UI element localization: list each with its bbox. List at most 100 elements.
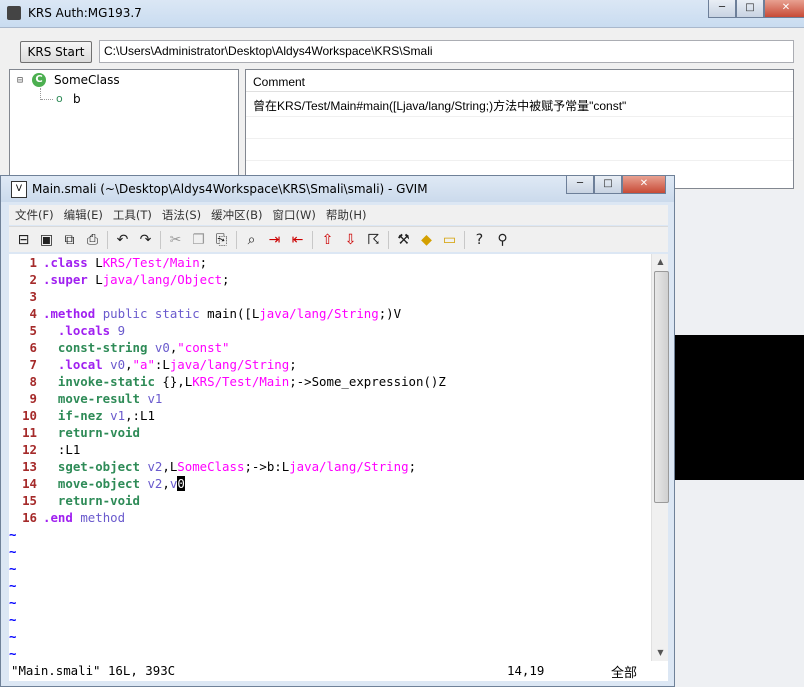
code-line[interactable]: 12 :L1 <box>9 441 80 458</box>
status-line: "Main.smali" 16L, 393C 14,19 全部 <box>9 661 668 681</box>
code-line[interactable]: 5 .locals 9 <box>9 322 126 339</box>
menu-bar: 文件(F) 编辑(E) 工具(T) 语法(S) 缓冲区(B) 窗口(W) 帮助(… <box>9 205 668 225</box>
find-icon[interactable]: ⌕ <box>240 229 263 251</box>
code-token: sget-object <box>57 459 148 474</box>
code-line[interactable]: 14 move-object v2,v0 <box>9 475 185 492</box>
cut-icon[interactable]: ✂ <box>164 229 187 251</box>
menu-help[interactable]: 帮助(H) <box>326 207 367 223</box>
empty-line-marker: ~ <box>9 561 17 576</box>
redo-icon[interactable]: ↷ <box>134 229 157 251</box>
minimize-button[interactable]: ─ <box>566 176 594 194</box>
scrollbar-thumb[interactable] <box>654 271 669 503</box>
code-line[interactable]: 3 <box>9 288 43 305</box>
code-token: java/lang/String <box>169 357 290 372</box>
maximize-button[interactable]: □ <box>736 0 764 18</box>
code-token: .class <box>43 255 96 270</box>
code-token: L <box>95 255 103 270</box>
code-line[interactable]: 10 if-nez v1,:L1 <box>9 407 155 424</box>
line-number: 13 <box>22 459 37 474</box>
scroll-down-icon[interactable]: ▼ <box>652 645 669 661</box>
editor-area[interactable]: 1 .class LKRS/Test/Main; 2 .super Ljava/lan… <box>9 254 668 661</box>
open-icon[interactable]: ⊟ <box>12 229 35 251</box>
save-session-icon[interactable]: ⇩ <box>339 229 362 251</box>
vertical-scrollbar[interactable]: ▲ ▼ <box>651 254 669 661</box>
copy-icon[interactable]: ❐ <box>187 229 210 251</box>
toolbar-separator <box>312 230 313 249</box>
load-session-icon[interactable]: ⇧ <box>316 229 339 251</box>
find-help-icon[interactable]: ⚲ <box>491 229 514 251</box>
tree-connector <box>41 99 53 101</box>
save-icon[interactable]: ▣ <box>35 229 58 251</box>
run-script-icon[interactable]: ☈ <box>362 229 385 251</box>
tree-node-someclass[interactable]: SomeClass <box>54 73 120 87</box>
code-line[interactable]: 15 return-void <box>9 492 140 509</box>
menu-buffers[interactable]: 缓冲区(B) <box>211 207 262 223</box>
scroll-up-icon[interactable]: ▲ <box>652 254 669 270</box>
field-icon: o <box>56 92 63 105</box>
code-token: v2 <box>147 459 163 474</box>
code-token: ,:L1 <box>125 408 155 423</box>
code-line[interactable]: 16 .end method <box>9 509 125 526</box>
undo-icon[interactable]: ↶ <box>111 229 134 251</box>
shell-icon[interactable]: ◆ <box>415 229 438 251</box>
maximize-button[interactable]: □ <box>594 176 622 194</box>
code-token: ,L <box>162 459 178 474</box>
code-token: v1 <box>147 391 163 406</box>
close-button[interactable]: ✕ <box>764 0 804 18</box>
class-tree: ⊟ C SomeClass o b <box>9 69 239 189</box>
line-number: 2 <box>29 272 37 287</box>
menu-file[interactable]: 文件(F) <box>15 207 54 223</box>
code-line[interactable]: 1 .class LKRS/Test/Main; <box>9 254 208 271</box>
krs-window-controls: ─ □ ✕ <box>708 0 804 18</box>
ctags-icon[interactable]: ▭ <box>438 229 461 251</box>
paste-icon[interactable]: ⎘ <box>210 229 233 251</box>
toolbar: ⊟ ▣ ⧉ ⎙ ↶ ↷ ✂ ❐ ⎘ ⌕ ⇥ ⇤ ⇧ ⇩ ☈ ⚒ ◆ ▭ ? ⚲ <box>9 226 668 252</box>
comment-panel: Comment 曾在KRS/Test/Main#main([Ljava/lang… <box>245 69 794 189</box>
make-icon[interactable]: ⚒ <box>392 229 415 251</box>
line-number: 12 <box>22 442 37 457</box>
krs-title-bar: KRS Auth:MG193.7 ─ □ ✕ <box>0 0 804 28</box>
code-token: java/lang/String <box>259 306 379 321</box>
code-token: .super <box>43 272 96 287</box>
menu-edit[interactable]: 编辑(E) <box>64 207 103 223</box>
line-number: 5 <box>29 323 37 338</box>
save-all-icon[interactable]: ⧉ <box>58 229 81 251</box>
workspace-path-input[interactable]: C:\Users\Administrator\Desktop\Aldys4Wor… <box>99 40 794 63</box>
comment-row[interactable]: 曾在KRS/Test/Main#main([Ljava/lang/String;… <box>246 94 793 116</box>
code-line[interactable]: 9 move-result v1 <box>9 390 163 407</box>
code-line[interactable]: 13 sget-object v2,LSomeClass;->b:Ljava/l… <box>9 458 416 475</box>
row-divider <box>246 138 793 139</box>
find-prev-icon[interactable]: ⇤ <box>286 229 309 251</box>
toolbar-separator <box>464 230 465 249</box>
code-line[interactable]: 11 return-void <box>9 424 140 441</box>
code-token: if-nez <box>57 408 111 423</box>
code-line[interactable]: 2 .super Ljava/lang/Object; <box>9 271 230 288</box>
close-button[interactable]: ✕ <box>622 176 666 194</box>
menu-tools[interactable]: 工具(T) <box>113 207 152 223</box>
menu-syntax[interactable]: 语法(S) <box>162 207 201 223</box>
krs-app-icon <box>7 6 21 20</box>
code-token: .local <box>57 357 111 372</box>
help-icon[interactable]: ? <box>468 229 491 251</box>
code-token: java/lang/Object <box>102 272 223 287</box>
status-cursor-position: 14,19 <box>507 663 545 678</box>
krs-start-button[interactable]: KRS Start <box>20 41 92 63</box>
code-line[interactable]: 7 .local v0,"a":Ljava/lang/String; <box>9 356 297 373</box>
gvim-window-title: Main.smali (~\Desktop\Aldys4Workspace\KR… <box>32 182 428 196</box>
minimize-button[interactable]: ─ <box>708 0 736 18</box>
code-line[interactable]: 8 invoke-static {},LKRS/Test/Main;->Some… <box>9 373 446 390</box>
find-next-icon[interactable]: ⇥ <box>263 229 286 251</box>
comment-column-header[interactable]: Comment <box>246 70 793 92</box>
print-icon[interactable]: ⎙ <box>81 229 104 251</box>
menu-window[interactable]: 窗口(W) <box>273 207 316 223</box>
class-icon: C <box>32 73 46 87</box>
gvim-window: V Main.smali (~\Desktop\Aldys4Workspace\… <box>0 175 675 687</box>
code-line[interactable]: 4 .method public static main([Ljava/lang/… <box>9 305 402 322</box>
gvim-app-icon: V <box>11 181 27 198</box>
tree-node-b[interactable]: b <box>73 92 81 106</box>
code-line[interactable]: 6 const-string v0,"const" <box>9 339 230 356</box>
code-token: public static <box>102 306 208 321</box>
collapse-toggle-icon[interactable]: ⊟ <box>17 75 23 86</box>
